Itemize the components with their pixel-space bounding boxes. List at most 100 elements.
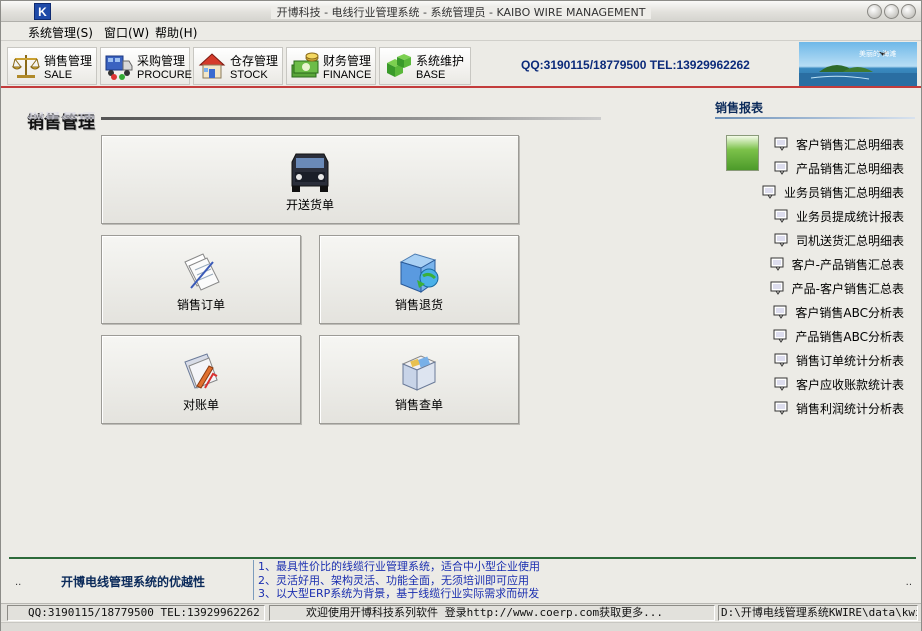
title-divider [101, 117, 601, 120]
report-item-label: 业务员提成统计报表 [795, 209, 904, 224]
toolbar-stock-label: 仓存管理 [230, 54, 279, 68]
info-line: 2、灵活好用、架构灵活、功能全面，无须培训即可应用 [258, 573, 529, 587]
document-pen-icon [184, 353, 218, 389]
truck-front-icon [291, 153, 329, 192]
house-icon [198, 53, 226, 79]
report-link-icon [774, 377, 788, 391]
toolbar-finance-label: 财务管理 [323, 54, 372, 68]
toolbar-base-sublabel: BASE [416, 69, 446, 81]
report-item[interactable]: 客户销售ABC分析表 [773, 303, 904, 321]
statement-label: 对账单 [182, 398, 219, 412]
report-link-icon [774, 233, 788, 247]
report-item-label: 产品销售汇总明细表 [795, 161, 904, 176]
reports-divider [715, 117, 915, 119]
report-item[interactable]: 业务员提成统计报表 [774, 207, 904, 225]
info-line: 1、最具性价比的线缆行业管理系统，适合中小型企业使用 [258, 560, 540, 573]
report-item[interactable]: 产品销售ABC分析表 [773, 327, 904, 345]
toolbar-procure-label: 采购管理 [137, 54, 186, 68]
toolbar-finance-button[interactable]: 财务管理 FINANCE [286, 47, 376, 85]
menu-window[interactable]: 窗口(W) [104, 24, 149, 41]
cubes-icon [387, 54, 411, 77]
report-item-label: 销售订单统计分析表 [795, 353, 904, 368]
report-link-icon [774, 137, 788, 151]
menu-bar: 系统管理(S) 窗口(W) 帮助(H) [1, 22, 921, 41]
toolbar-stock-button[interactable]: 仓存管理 STOCK [193, 47, 283, 85]
toolbar-sale-sublabel: SALE [44, 69, 73, 81]
report-link-icon [773, 329, 787, 343]
sales-order-button[interactable]: 销售订单 [101, 235, 301, 324]
report-link-icon [774, 209, 788, 223]
status-path: D:\开博电线管理系统KWIRE\data\kwi [718, 605, 918, 621]
report-link-icon [762, 185, 776, 199]
toolbar-procure-sublabel: PROCURE [137, 69, 193, 81]
sales-query-button[interactable]: 销售查单 [319, 335, 519, 424]
menu-help[interactable]: 帮助(H) [155, 24, 197, 41]
info-panel: .. 开博电线管理系统的优越性 1、最具性价比的线缆行业管理系统，适合中小型企业… [9, 557, 916, 601]
beach-banner-image: 美丽的 海滩 [799, 42, 917, 86]
report-link-icon [773, 305, 787, 319]
status-contact: QQ:3190115/18779500 TEL:13929962262 [7, 605, 265, 621]
report-link-icon [770, 281, 784, 295]
folder-globe-icon [399, 253, 439, 293]
report-item[interactable]: 客户销售汇总明细表 [774, 135, 904, 153]
report-item-label: 司机送货汇总明细表 [795, 233, 904, 248]
status-bar: QQ:3190115/18779500 TEL:13929962262 欢迎使用… [1, 603, 921, 621]
sales-query-label: 销售查单 [394, 398, 443, 412]
contact-info: QQ:3190115/18779500 TEL:13929962262 [521, 58, 750, 72]
report-item[interactable]: 客户-产品销售汇总表 [770, 255, 904, 273]
truck-icon [105, 55, 133, 80]
info-dots-left: .. [15, 577, 22, 588]
island-icon [799, 51, 917, 86]
report-item[interactable]: 销售利润统计分析表 [774, 399, 904, 417]
report-item-label: 客户应收账款统计表 [795, 377, 904, 392]
toolbar-finance-sublabel: FINANCE [323, 69, 372, 81]
minimize-button[interactable] [867, 4, 882, 19]
info-heading: 开博电线管理系统的优越性 [61, 575, 206, 589]
scales-icon [11, 55, 41, 78]
bottom-strip [1, 622, 921, 631]
cabinet-icon [401, 355, 437, 391]
report-item[interactable]: 客户应收账款统计表 [774, 375, 904, 393]
maximize-button[interactable] [884, 4, 899, 19]
report-link-icon [774, 353, 788, 367]
statement-button[interactable]: 对账单 [101, 335, 301, 424]
report-item[interactable]: 产品销售汇总明细表 [774, 159, 904, 177]
report-link-icon [774, 401, 788, 415]
sales-return-button[interactable]: 销售退货 [319, 235, 519, 324]
reports-title: 销售报表 [715, 101, 764, 115]
toolbar-stock-sublabel: STOCK [230, 69, 268, 81]
money-icon [291, 52, 319, 78]
toolbar-procure-button[interactable]: 采购管理 PROCURE [100, 47, 193, 85]
banner-caption: 美丽的 海滩 [859, 50, 897, 58]
sales-return-label: 销售退货 [394, 298, 443, 312]
documents-icon [184, 253, 220, 291]
report-item-label: 产品销售ABC分析表 [795, 329, 904, 344]
window-title: 开博科技 - 电线行业管理系统 - 系统管理员 - KAIBO WIRE MAN… [1, 4, 921, 20]
report-item-label: 业务员销售汇总明细表 [783, 185, 904, 200]
report-link-icon [774, 161, 788, 175]
report-item[interactable]: 业务员销售汇总明细表 [762, 183, 904, 201]
report-item-label: 客户销售汇总明细表 [795, 137, 904, 152]
delivery-note-button[interactable]: 开送货单 [101, 135, 519, 224]
main-panel: 销售管理 销售管理 开送货单 销售订单 销售退货 对账单 销售查单 销售报表 客… [9, 90, 916, 556]
report-item-label: 客户-产品销售汇总表 [791, 257, 904, 272]
report-item-label: 客户销售ABC分析表 [795, 305, 904, 320]
report-item-label: 产品-客户销售汇总表 [791, 281, 904, 296]
report-item-label: 销售利润统计分析表 [795, 401, 904, 416]
toolbar: 销售管理 SALE 采购管理 PROCURE 仓存管理 STOCK 财务管理 F… [1, 42, 921, 88]
toolbar-base-button[interactable]: 系统维护 BASE [379, 47, 471, 85]
info-lines: 1、最具性价比的线缆行业管理系统，适合中小型企业使用 2、灵活好用、架构灵活、功… [253, 560, 913, 600]
info-dots-right: .. [905, 577, 912, 588]
page-title-reflection: 销售管理 [27, 110, 95, 120]
report-item[interactable]: 产品-客户销售汇总表 [770, 279, 904, 297]
report-item[interactable]: 销售订单统计分析表 [774, 351, 904, 369]
report-link-icon [770, 257, 784, 271]
report-item[interactable]: 司机送货汇总明细表 [774, 231, 904, 249]
delivery-note-label: 开送货单 [285, 198, 334, 212]
title-bar[interactable]: K 开博科技 - 电线行业管理系统 - 系统管理员 - KAIBO WIRE M… [1, 1, 921, 22]
menu-system[interactable]: 系统管理(S) [28, 24, 93, 41]
close-button[interactable] [901, 4, 916, 19]
toolbar-base-label: 系统维护 [416, 54, 465, 68]
toolbar-sale-button[interactable]: 销售管理 SALE [7, 47, 97, 85]
info-line: 3、以大型ERP系统为背景，基于线缆行业实际需求而研发 [258, 587, 540, 600]
